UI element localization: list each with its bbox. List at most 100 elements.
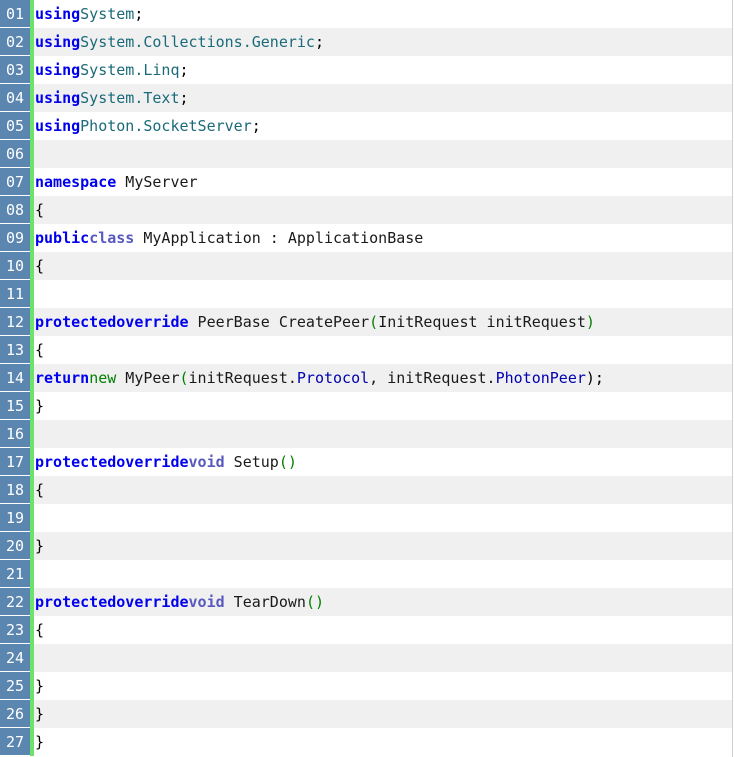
code-line: 18 { <box>0 476 732 504</box>
code-token: System.Linq <box>80 61 180 79</box>
line-content[interactable]: } <box>34 672 732 700</box>
code-token: protectedoverride <box>35 313 189 331</box>
code-token: } <box>35 537 45 555</box>
line-number: 06 <box>0 140 30 168</box>
code-line: 04 usingSystem.Text; <box>0 84 732 112</box>
line-content[interactable]: protectedoverridevoid Setup() <box>34 448 732 476</box>
line-number: 19 <box>0 504 30 532</box>
code-token: public <box>35 229 90 247</box>
code-line: 13 { <box>0 336 732 364</box>
line-number: 02 <box>0 28 30 56</box>
line-content[interactable]: } <box>34 700 732 728</box>
line-number: 09 <box>0 224 30 252</box>
line-number: 10 <box>0 252 30 280</box>
code-token: { <box>35 481 45 499</box>
line-content[interactable] <box>34 140 732 168</box>
code-token: using <box>35 117 81 135</box>
code-token: { <box>35 341 45 359</box>
line-number: 07 <box>0 168 30 196</box>
code-token: void <box>188 593 225 611</box>
code-line: 23 { <box>0 616 732 644</box>
code-token: ( <box>369 313 379 331</box>
line-content[interactable]: namespace MyServer <box>34 168 732 196</box>
code-token: ; <box>134 5 144 23</box>
line-content[interactable]: { <box>34 476 732 504</box>
code-token: ; <box>179 61 189 79</box>
line-number: 26 <box>0 700 30 728</box>
line-number: 05 <box>0 112 30 140</box>
code-line: 03 usingSystem.Linq; <box>0 56 732 84</box>
code-line: 08 { <box>0 196 732 224</box>
line-content[interactable] <box>34 644 732 672</box>
line-content[interactable]: publicclass MyApplication : ApplicationB… <box>34 224 732 252</box>
line-content[interactable]: usingPhoton.SocketServer; <box>34 112 732 140</box>
line-number: 21 <box>0 560 30 588</box>
line-number: 11 <box>0 280 30 308</box>
code-token: void <box>188 453 225 471</box>
code-token: PeerBase CreatePeer <box>188 313 370 331</box>
line-content[interactable]: } <box>34 392 732 420</box>
code-token: { <box>35 201 45 219</box>
code-token: ) <box>585 313 595 331</box>
code-line: 16 <box>0 420 732 448</box>
code-token: ; <box>179 89 189 107</box>
code-line: 24 <box>0 644 732 672</box>
code-line: 01 usingSystem; <box>0 0 732 28</box>
line-content[interactable]: { <box>34 616 732 644</box>
code-viewer: 01 usingSystem; 02 usingSystem.Collections.… <box>0 0 733 757</box>
code-token: namespace <box>35 173 117 191</box>
code-token: ; <box>251 117 261 135</box>
code-line: 25} <box>0 672 732 700</box>
code-token: using <box>35 33 81 51</box>
code-token: TearDown <box>224 593 306 611</box>
line-content[interactable]: { <box>34 252 732 280</box>
code-token: Protocol <box>296 369 370 387</box>
code-token: InitRequest initRequest <box>378 313 586 331</box>
line-number: 14 <box>0 364 30 392</box>
line-number: 23 <box>0 616 30 644</box>
line-number: 16 <box>0 420 30 448</box>
line-number: 12 <box>0 308 30 336</box>
code-line: 10 { <box>0 252 732 280</box>
line-content[interactable]: usingSystem.Collections.Generic; <box>34 28 732 56</box>
code-token: { <box>35 257 45 275</box>
line-content[interactable]: { <box>34 336 732 364</box>
code-line: 17 protectedoverridevoid Setup() <box>0 448 732 476</box>
code-token: Setup <box>224 453 279 471</box>
code-token: } <box>35 733 45 751</box>
line-content[interactable]: usingSystem.Linq; <box>34 56 732 84</box>
line-content[interactable] <box>34 280 732 308</box>
code-token: MyApplication : ApplicationBase <box>134 229 424 247</box>
line-content[interactable]: usingSystem.Text; <box>34 84 732 112</box>
code-token: using <box>35 89 81 107</box>
line-content[interactable]: protectedoverride PeerBase CreatePeer(In… <box>34 308 732 336</box>
line-content[interactable]: returnnew MyPeer(initRequest.Protocol, i… <box>34 364 732 392</box>
code-token: System.Text <box>80 89 180 107</box>
code-token: } <box>35 705 45 723</box>
line-content[interactable]: protectedoverridevoid TearDown() <box>34 588 732 616</box>
code-token: } <box>35 397 45 415</box>
line-number: 25 <box>0 672 30 700</box>
line-number: 01 <box>0 0 30 28</box>
line-content[interactable] <box>34 504 732 532</box>
code-token: using <box>35 61 81 79</box>
code-token: MyPeer <box>116 369 180 387</box>
code-line: 15} <box>0 392 732 420</box>
line-content[interactable]: usingSystem; <box>34 0 732 28</box>
line-number: 04 <box>0 84 30 112</box>
code-token: ); <box>585 369 604 387</box>
line-content[interactable] <box>34 420 732 448</box>
line-content[interactable]: { <box>34 196 732 224</box>
code-token: PhotonPeer <box>495 369 586 387</box>
code-line: 22 protectedoverridevoid TearDown() <box>0 588 732 616</box>
line-number: 13 <box>0 336 30 364</box>
line-content[interactable] <box>34 560 732 588</box>
code-token: return <box>35 369 90 387</box>
code-line: 19 <box>0 504 732 532</box>
line-content[interactable]: } <box>34 728 732 756</box>
code-line: 20} <box>0 532 732 560</box>
line-number: 15 <box>0 392 30 420</box>
line-content[interactable]: } <box>34 532 732 560</box>
code-token: ; <box>314 33 324 51</box>
code-token: ( <box>179 369 189 387</box>
